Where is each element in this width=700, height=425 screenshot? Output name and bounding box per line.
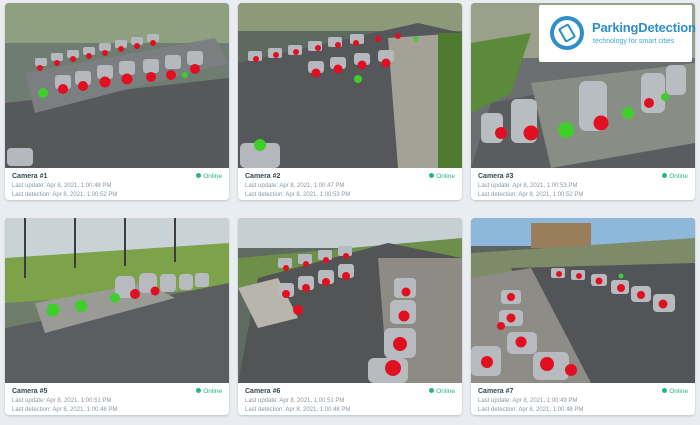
last-detection-text: Last detection: Apr 8, 2021, 1:00:48 PM: [245, 407, 351, 413]
last-update-text: Last update: Apr 8, 2021, 1:00:48 PM: [12, 183, 112, 189]
online-status-badge: Online: [196, 173, 222, 180]
camera-feed-image: [471, 218, 695, 383]
camera-feed-image: [5, 3, 229, 168]
parking-detection-logo-icon: [550, 16, 584, 50]
camera-title: Camera #6: [245, 388, 281, 395]
camera-card-2[interactable]: Camera #2 Online Last update: Apr 8, 202…: [238, 3, 462, 200]
camera-title: Camera #1: [12, 173, 48, 180]
status-dot-icon: [196, 173, 202, 178]
camera-title: Camera #7: [478, 388, 514, 395]
camera-feed-image: [5, 218, 229, 383]
camera-card-5[interactable]: Camera #5 Online Last update: Apr 8, 202…: [5, 218, 229, 415]
camera-card-1[interactable]: Camera #1 Online Last update: Apr 8, 202…: [5, 3, 229, 200]
last-update-text: Last update: Apr 8, 2021, 1:00:51 PM: [245, 398, 345, 404]
last-update-text: Last update: Apr 8, 2021, 1:00:53 PM: [478, 183, 578, 189]
last-update-text: Last update: Apr 8, 2021, 1:00:49 PM: [478, 398, 578, 404]
status-dot-icon: [429, 173, 435, 178]
brand-tagline: technology for smart cities: [593, 38, 675, 45]
last-detection-text: Last detection: Apr 8, 2021, 1:00:53 PM: [245, 192, 351, 198]
camera-title: Camera #3: [478, 173, 514, 180]
online-status-badge: Online: [662, 388, 688, 395]
camera-title: Camera #2: [245, 173, 281, 180]
last-detection-text: Last detection: Apr 8, 2021, 1:00:52 PM: [478, 192, 584, 198]
camera-feed-image: [238, 3, 462, 168]
status-dot-icon: [429, 388, 435, 393]
last-detection-text: Last detection: Apr 8, 2021, 1:00:48 PM: [478, 407, 584, 413]
last-update-text: Last update: Apr 8, 2021, 1:00:47 PM: [245, 183, 345, 189]
brand-name: ParkingDetection: [592, 20, 696, 35]
last-detection-text: Last detection: Apr 8, 2021, 1:00:48 PM: [12, 407, 118, 413]
camera-card-7[interactable]: Camera #7 Online Last update: Apr 8, 202…: [471, 218, 695, 415]
online-status-badge: Online: [429, 388, 455, 395]
online-status-badge: Online: [196, 388, 222, 395]
brand-logo: ParkingDetection technology for smart ci…: [539, 5, 696, 62]
status-dot-icon: [662, 388, 668, 393]
last-detection-text: Last detection: Apr 8, 2021, 1:00:52 PM: [12, 192, 118, 198]
camera-feed-image: [238, 218, 462, 383]
camera-title: Camera #5: [12, 388, 48, 395]
online-status-badge: Online: [662, 173, 688, 180]
status-dot-icon: [196, 388, 202, 393]
online-status-badge: Online: [429, 173, 455, 180]
camera-card-6[interactable]: Camera #6 Online Last update: Apr 8, 202…: [238, 218, 462, 415]
last-update-text: Last update: Apr 8, 2021, 1:00:51 PM: [12, 398, 112, 404]
status-dot-icon: [662, 173, 668, 178]
